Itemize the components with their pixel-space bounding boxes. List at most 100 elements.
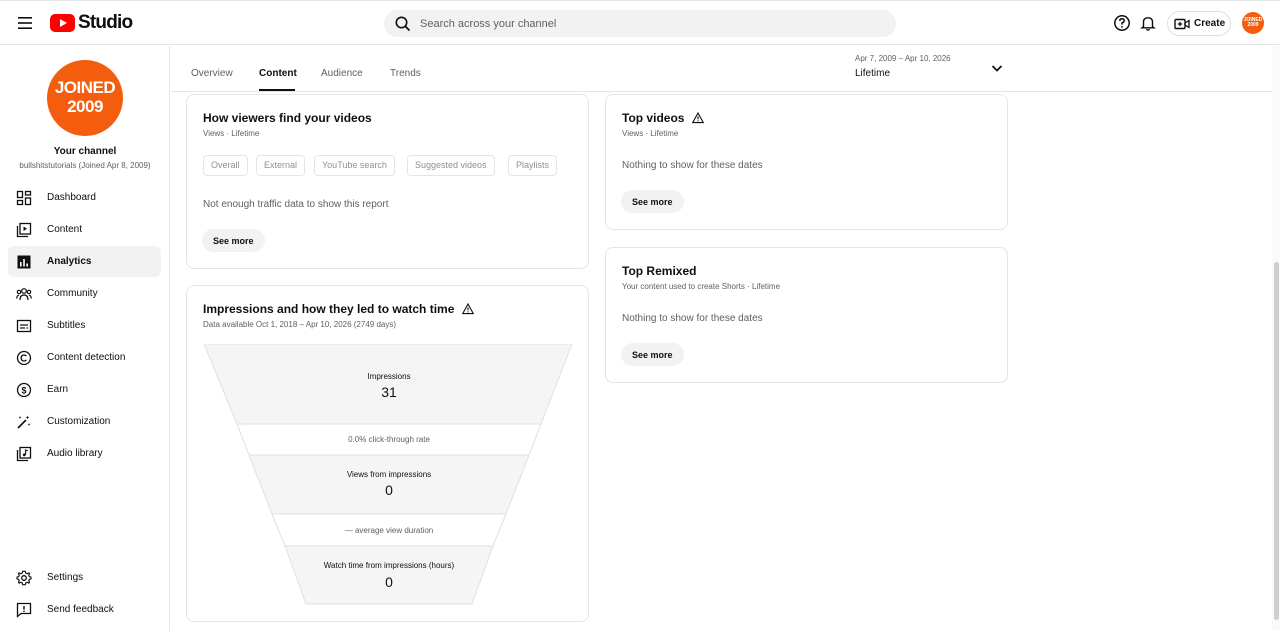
see-more-button[interactable]: See more: [621, 190, 684, 213]
sidebar-item-label: Subtitles: [47, 320, 86, 331]
see-more-button[interactable]: See more: [202, 229, 265, 252]
left-sidebar: JOINED 2009 Your channel bullshitstutori…: [0, 46, 170, 631]
sidebar-item-community[interactable]: Community: [8, 278, 161, 309]
sidebar-item-dashboard[interactable]: Dashboard: [8, 182, 161, 213]
logo-text: Studio: [78, 12, 133, 33]
card-title-text: Impressions and how they led to watch ti…: [203, 302, 455, 316]
help-icon[interactable]: [1113, 14, 1131, 32]
views-value: 0: [385, 482, 393, 498]
top-videos-card: Top videos Views · Lifetime Nothing to s…: [605, 94, 1008, 230]
impressions-label: Impressions: [367, 372, 411, 381]
warning-icon[interactable]: [462, 303, 475, 315]
chevron-down-icon[interactable]: [989, 60, 1005, 76]
sidebar-item-label: Send feedback: [47, 604, 114, 615]
account-avatar[interactable]: JOINED 2009: [1242, 12, 1264, 34]
empty-message: Not enough traffic data to show this rep…: [203, 199, 389, 210]
card-subtitle: Views · Lifetime: [622, 129, 679, 138]
sidebar-item-label: Customization: [47, 416, 111, 427]
chip-external[interactable]: External: [256, 155, 306, 176]
ctr-text: 0.0% click-through rate: [348, 435, 430, 444]
channel-subtitle: bullshitstutorials (Joined Apr 8, 2009): [19, 161, 151, 170]
watch-time-label: Watch time from impressions (hours): [323, 561, 455, 570]
card-title-text: Top videos: [622, 111, 685, 125]
copyright-icon: [16, 350, 32, 365]
impressions-value: 31: [381, 384, 397, 400]
app: Studio Create JOINED: [0, 0, 1280, 631]
impressions-funnel-card: Impressions and how they led to watch ti…: [186, 285, 589, 622]
dashboard-icon: [16, 190, 32, 205]
chip-playlists[interactable]: Playlists: [508, 155, 558, 176]
subtitles-icon: [16, 319, 32, 332]
card-subtitle: Views · Lifetime: [203, 129, 260, 138]
card-subtitle: Data available Oct 1, 2018 – Apr 10, 202…: [203, 320, 397, 329]
sidebar-item-label: Settings: [47, 572, 84, 583]
chip-youtube-search[interactable]: YouTube search: [314, 155, 395, 176]
search-bar[interactable]: [384, 10, 896, 37]
card-title: Top Remixed: [622, 264, 697, 278]
feedback-icon: [16, 602, 32, 618]
avatar-line-2: 2009: [67, 97, 103, 116]
sidebar-item-label: Community: [47, 288, 98, 299]
top-header: Studio Create JOINED: [0, 0, 1280, 45]
empty-message: Nothing to show for these dates: [622, 160, 763, 171]
audio-library-icon: [16, 446, 32, 461]
sidebar-item-audio-library[interactable]: Audio library: [8, 438, 161, 469]
card-title: Top videos: [622, 111, 705, 125]
tab-content[interactable]: Content: [259, 68, 297, 79]
sidebar-item-subtitles[interactable]: Subtitles: [8, 310, 161, 341]
chip-overall[interactable]: Overall: [203, 155, 248, 176]
content-icon: [16, 222, 32, 237]
sidebar-item-label: Earn: [47, 384, 69, 395]
hamburger-menu-icon[interactable]: [14, 12, 36, 34]
dollar-icon: $: [16, 382, 32, 397]
create-video-icon: [1174, 18, 1190, 29]
channel-title: Your channel: [53, 146, 117, 157]
youtube-play-icon: [50, 14, 75, 32]
create-button-label: Create: [1194, 18, 1226, 29]
empty-message: Nothing to show for these dates: [622, 313, 763, 324]
sidebar-item-analytics[interactable]: Analytics: [8, 246, 161, 277]
tab-overview[interactable]: Overview: [191, 68, 233, 79]
traffic-sources-card: How viewers find your videos Views · Lif…: [186, 94, 589, 269]
avg-view-duration-text: — average view duration: [344, 526, 434, 535]
channel-avatar[interactable]: JOINED 2009: [47, 60, 123, 136]
gear-icon: [16, 570, 32, 585]
sidebar-item-earn[interactable]: $ Earn: [8, 374, 161, 405]
analytics-tabs: Overview Content Audience Trends Apr 7, …: [171, 46, 1272, 92]
notifications-bell-icon[interactable]: [1139, 14, 1157, 32]
sidebar-item-label: Content detection: [47, 352, 126, 363]
sidebar-item-label: Analytics: [47, 256, 92, 267]
sidebar-item-customization[interactable]: Customization: [8, 406, 161, 437]
tab-audience[interactable]: Audience: [321, 68, 363, 79]
sidebar-item-label: Dashboard: [47, 192, 96, 203]
sidebar-item-send-feedback[interactable]: Send feedback: [8, 594, 161, 625]
watch-time-value: 0: [385, 574, 393, 590]
card-subtitle: Your content used to create Shorts · Lif…: [622, 282, 781, 291]
impressions-funnel: Impressions 31 0.0% click-through rate V…: [204, 344, 574, 606]
search-input[interactable]: [420, 17, 860, 30]
sidebar-item-content-detection[interactable]: Content detection: [8, 342, 161, 373]
warning-icon[interactable]: [692, 112, 705, 124]
sidebar-item-settings[interactable]: Settings: [8, 562, 161, 593]
create-button[interactable]: Create: [1167, 11, 1231, 36]
studio-logo[interactable]: Studio: [50, 11, 133, 35]
scrollbar-thumb[interactable]: [1274, 262, 1279, 620]
search-icon[interactable]: [394, 15, 412, 33]
chip-suggested-videos[interactable]: Suggested videos: [407, 155, 495, 176]
top-remixed-card: Top Remixed Your content used to create …: [605, 247, 1008, 383]
see-more-button[interactable]: See more: [621, 343, 684, 366]
avatar-line-1: JOINED: [54, 78, 116, 97]
sidebar-item-label: Content: [47, 224, 83, 235]
date-range-picker[interactable]: Apr 7, 2009 – Apr 10, 2026 Lifetime: [855, 54, 1005, 79]
card-title: Impressions and how they led to watch ti…: [203, 302, 475, 316]
date-range-text: Apr 7, 2009 – Apr 10, 2026: [855, 54, 951, 63]
magic-wand-icon: [17, 415, 31, 429]
sidebar-item-label: Audio library: [47, 448, 103, 459]
analytics-icon: [17, 255, 31, 268]
views-label: Views from impressions: [346, 470, 432, 479]
active-tab-indicator: [259, 89, 295, 91]
sidebar-item-content[interactable]: Content: [8, 214, 161, 245]
date-range-value: Lifetime: [855, 68, 891, 79]
community-icon: [16, 287, 32, 300]
tab-trends[interactable]: Trends: [390, 68, 421, 79]
